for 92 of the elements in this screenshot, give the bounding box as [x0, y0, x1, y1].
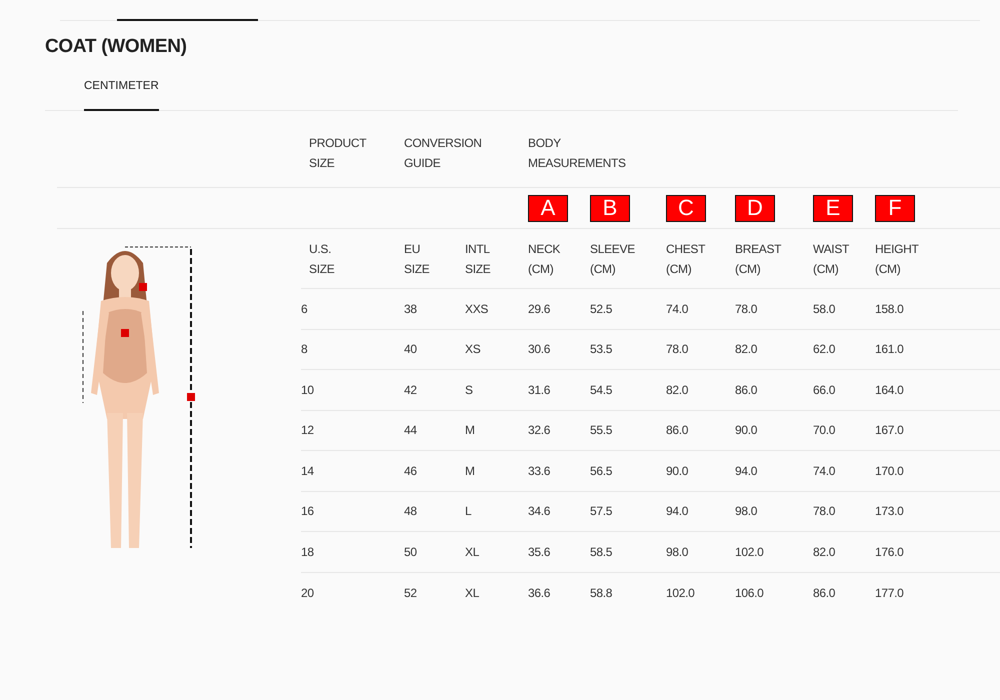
- table-cell: 94.0: [735, 464, 758, 478]
- table-cell: 158.0: [875, 302, 904, 316]
- table-cell: 161.0: [875, 342, 904, 356]
- page-title: COAT (WOMEN): [45, 36, 188, 58]
- table-cell: 48: [404, 504, 417, 518]
- table-cell: 56.5: [590, 464, 612, 478]
- column-header: BREAST (CM): [735, 240, 781, 278]
- measurement-marker: C: [666, 194, 706, 222]
- table-cell: 82.0: [735, 342, 758, 356]
- table-cell: 18: [301, 544, 314, 559]
- group-header: BODY MEASUREMENTS: [528, 134, 626, 172]
- measurement-marker: E: [813, 194, 853, 222]
- table-cell: 78.0: [735, 302, 758, 316]
- measurement-marker: F: [875, 194, 915, 222]
- table-cell: 78.0: [813, 504, 836, 518]
- column-header: SLEEVE (CM): [590, 240, 635, 278]
- measurement-marker: A: [528, 194, 568, 222]
- table-cell: 98.0: [666, 544, 688, 559]
- table-cell: 106.0: [735, 586, 764, 600]
- table-cell: 32.6: [528, 423, 550, 438]
- measurement-marker: D: [735, 194, 775, 222]
- table-cell: 102.0: [735, 544, 764, 559]
- table-cell: 86.0: [813, 586, 836, 600]
- table-cell: 35.6: [528, 544, 550, 559]
- table-cell: 167.0: [875, 423, 904, 438]
- table-cell: 52.5: [590, 302, 612, 316]
- table-cell: 164.0: [875, 382, 904, 397]
- table-cell: 30.6: [528, 342, 550, 356]
- column-header: CHEST (CM): [666, 240, 705, 278]
- table-cell: 86.0: [735, 382, 758, 397]
- table-cell: 74.0: [666, 302, 688, 316]
- unit-tab[interactable]: CENTIMETER: [84, 80, 159, 111]
- table-cell: 98.0: [735, 504, 758, 518]
- table-cell: XS: [465, 342, 480, 356]
- table-cell: 10: [301, 382, 314, 397]
- table-cell: 86.0: [666, 423, 688, 438]
- table-cell: L: [465, 504, 472, 518]
- table-cell: 176.0: [875, 544, 904, 559]
- table-cell: 50: [404, 544, 417, 559]
- column-header: EU SIZE: [404, 240, 430, 278]
- table-cell: 102.0: [666, 586, 695, 600]
- table-cell: 29.6: [528, 302, 550, 316]
- table-cell: 90.0: [735, 423, 758, 438]
- table-cell: 62.0: [813, 342, 836, 356]
- column-header: INTL SIZE: [465, 240, 490, 278]
- table-cell: 33.6: [528, 464, 550, 478]
- column-header: NECK (CM): [528, 240, 560, 278]
- table-cell: 52: [404, 586, 417, 600]
- table-cell: 170.0: [875, 464, 904, 478]
- table-cell: 55.5: [590, 423, 612, 438]
- table-cell: 42: [404, 382, 417, 397]
- table-cell: 90.0: [666, 464, 688, 478]
- table-cell: M: [465, 423, 475, 438]
- table-cell: 34.6: [528, 504, 550, 518]
- table-cell: 58.5: [590, 544, 612, 559]
- group-header: PRODUCT SIZE: [309, 134, 366, 172]
- table-cell: 66.0: [813, 382, 836, 397]
- table-cell: 53.5: [590, 342, 612, 356]
- table-cell: 58.0: [813, 302, 836, 316]
- table-cell: 38: [404, 302, 417, 316]
- table-cell: 14: [301, 464, 314, 478]
- table-cell: XXS: [465, 302, 488, 316]
- table-cell: 82.0: [666, 382, 688, 397]
- table-cell: 57.5: [590, 504, 612, 518]
- table-cell: 74.0: [813, 464, 836, 478]
- table-cell: 54.5: [590, 382, 612, 397]
- table-cell: 16: [301, 504, 314, 518]
- table-cell: 173.0: [875, 504, 904, 518]
- table-cell: 82.0: [813, 544, 836, 559]
- column-header: U.S. SIZE: [309, 240, 334, 278]
- column-header: WAIST (CM): [813, 240, 849, 278]
- group-header: CONVERSION GUIDE: [404, 134, 482, 172]
- table-cell: 58.8: [590, 586, 612, 600]
- table-cell: XL: [465, 586, 480, 600]
- measurement-marker: B: [590, 194, 630, 222]
- table-cell: S: [465, 382, 473, 397]
- table-cell: 70.0: [813, 423, 836, 438]
- table-cell: 44: [404, 423, 417, 438]
- table-cell: XL: [465, 544, 480, 559]
- table-cell: 6: [301, 302, 308, 316]
- table-cell: 78.0: [666, 342, 688, 356]
- table-cell: 40: [404, 342, 417, 356]
- table-cell: 177.0: [875, 586, 904, 600]
- table-cell: 94.0: [666, 504, 688, 518]
- column-header: HEIGHT (CM): [875, 240, 918, 278]
- table-cell: 12: [301, 423, 314, 438]
- table-cell: 46: [404, 464, 417, 478]
- table-cell: 8: [301, 342, 308, 356]
- table-cell: 31.6: [528, 382, 550, 397]
- table-cell: 36.6: [528, 586, 550, 600]
- table-cell: M: [465, 464, 475, 478]
- table-cell: 20: [301, 586, 314, 600]
